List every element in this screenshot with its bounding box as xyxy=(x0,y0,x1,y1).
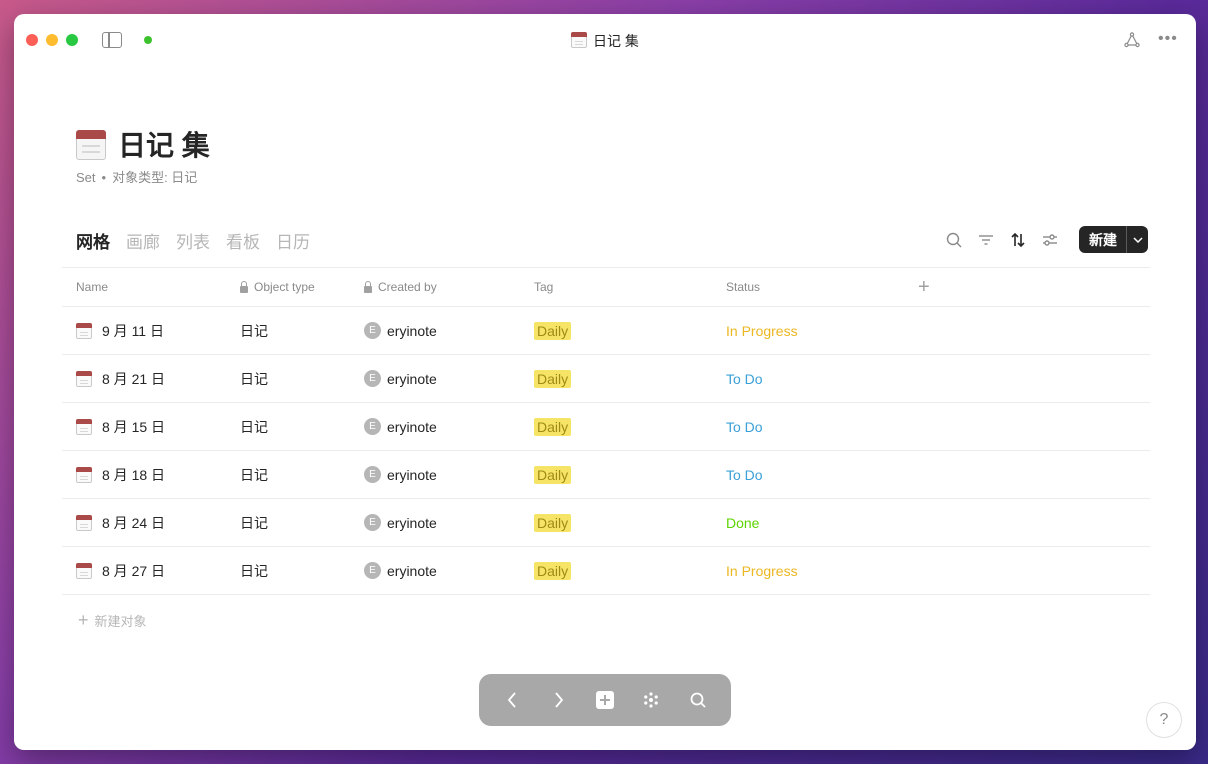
new-object-row-button[interactable]: + 新建对象 xyxy=(78,610,147,631)
calendar-icon xyxy=(571,32,588,48)
view-toolbar: 新建 xyxy=(945,226,1148,253)
avatar: E xyxy=(364,370,381,387)
avatar: E xyxy=(364,418,381,435)
window-title: 日记 集 xyxy=(14,31,1196,51)
status-badge[interactable]: To Do xyxy=(726,355,763,402)
chevron-down-icon[interactable] xyxy=(1126,226,1148,253)
row-created-by[interactable]: eryinote xyxy=(387,419,437,435)
row-created-by[interactable]: eryinote xyxy=(387,515,437,531)
search-icon[interactable] xyxy=(686,688,710,712)
tab-kanban[interactable]: 看板 xyxy=(226,228,260,253)
tag-badge[interactable]: Daily xyxy=(534,321,572,340)
calendar-icon xyxy=(76,514,92,531)
calendar-icon xyxy=(76,130,106,160)
row-object-type[interactable]: 日记 xyxy=(240,403,268,450)
plus-icon: + xyxy=(78,610,89,630)
avatar: E xyxy=(364,562,381,579)
row-created-by[interactable]: eryinote xyxy=(387,467,437,483)
new-object-button-label[interactable]: 新建 xyxy=(1079,230,1126,250)
subtitle-kind: Set xyxy=(76,170,96,185)
more-options-icon[interactable]: ••• xyxy=(1158,30,1178,48)
page-subtitle: Set • 对象类型: 日记 xyxy=(76,167,197,186)
row-name[interactable]: 8 月 15 日 xyxy=(102,417,165,437)
table-header: Name Object type Created by Tag Status + xyxy=(62,267,1150,307)
column-header-created-by[interactable]: Created by xyxy=(364,268,437,306)
graph-icon[interactable] xyxy=(1124,32,1140,48)
column-header-object-type-label: Object type xyxy=(254,280,315,294)
table-row[interactable]: 9 月 11 日 日记 Eeryinote Daily In Progress xyxy=(62,307,1150,355)
column-header-status[interactable]: Status xyxy=(726,268,760,306)
row-name[interactable]: 8 月 21 日 xyxy=(102,369,165,389)
status-badge[interactable]: In Progress xyxy=(726,307,798,354)
avatar: E xyxy=(364,466,381,483)
status-badge[interactable]: To Do xyxy=(726,451,763,498)
add-object-icon[interactable] xyxy=(593,688,617,712)
back-arrow-icon[interactable] xyxy=(500,688,524,712)
lock-icon xyxy=(364,280,372,293)
new-object-button[interactable]: 新建 xyxy=(1079,226,1148,253)
column-header-name[interactable]: Name xyxy=(76,268,108,306)
row-object-type[interactable]: 日记 xyxy=(240,547,268,594)
column-header-tag[interactable]: Tag xyxy=(534,268,553,306)
objects-table: Name Object type Created by Tag Status +… xyxy=(62,267,1150,595)
column-header-object-type[interactable]: Object type xyxy=(240,268,315,306)
row-created-by[interactable]: eryinote xyxy=(387,371,437,387)
help-button[interactable]: ? xyxy=(1146,702,1182,738)
tag-badge[interactable]: Daily xyxy=(534,465,572,484)
row-name[interactable]: 8 月 18 日 xyxy=(102,465,165,485)
avatar: E xyxy=(364,322,381,339)
titlebar: 日记 集 ••• xyxy=(14,14,1196,66)
calendar-icon xyxy=(76,466,92,483)
status-badge[interactable]: Done xyxy=(726,499,759,546)
search-icon[interactable] xyxy=(945,231,963,249)
tag-badge[interactable]: Daily xyxy=(534,513,572,532)
sort-icon[interactable] xyxy=(1009,231,1027,249)
table-row[interactable]: 8 月 21 日 日记 Eeryinote Daily To Do xyxy=(62,355,1150,403)
row-object-type[interactable]: 日记 xyxy=(240,499,268,546)
status-badge[interactable]: To Do xyxy=(726,403,763,450)
table-row[interactable]: 8 月 15 日 日记 Eeryinote Daily To Do xyxy=(62,403,1150,451)
new-object-label[interactable]: 新建对象 xyxy=(95,611,147,630)
subtitle-separator: • xyxy=(101,170,107,185)
table-row[interactable]: 8 月 18 日 日记 Eeryinote Daily To Do xyxy=(62,451,1150,499)
app-window: 日记 集 ••• 日记 集 Set • 对象类型: 日记 网格 画廊 列表 看板 日… xyxy=(14,14,1196,750)
row-created-by[interactable]: eryinote xyxy=(387,563,437,579)
row-object-type[interactable]: 日记 xyxy=(240,307,268,354)
window-title-text: 日记 集 xyxy=(593,33,639,49)
table-row[interactable]: 8 月 24 日 日记 Eeryinote Daily Done xyxy=(62,499,1150,547)
column-header-created-by-label: Created by xyxy=(378,280,437,294)
calendar-icon xyxy=(76,322,92,339)
tab-calendar[interactable]: 日历 xyxy=(276,228,310,253)
row-name[interactable]: 8 月 24 日 xyxy=(102,513,165,533)
calendar-icon xyxy=(76,562,92,579)
lock-icon xyxy=(240,280,248,293)
bottom-navigation xyxy=(479,674,731,726)
tag-badge[interactable]: Daily xyxy=(534,417,572,436)
row-name[interactable]: 9 月 11 日 xyxy=(102,321,164,341)
calendar-icon xyxy=(76,370,92,387)
avatar: E xyxy=(364,514,381,531)
calendar-icon xyxy=(76,418,92,435)
tab-list[interactable]: 列表 xyxy=(176,228,210,253)
row-created-by[interactable]: eryinote xyxy=(387,323,437,339)
tag-badge[interactable]: Daily xyxy=(534,369,572,388)
status-badge[interactable]: In Progress xyxy=(726,547,798,594)
forward-arrow-icon[interactable] xyxy=(547,688,571,712)
page-header: 日记 集 xyxy=(76,124,210,164)
add-column-icon[interactable]: + xyxy=(918,268,930,306)
tag-badge[interactable]: Daily xyxy=(534,561,572,580)
graph-view-icon[interactable] xyxy=(639,688,663,712)
table-row[interactable]: 8 月 27 日 日记 Eeryinote Daily In Progress xyxy=(62,547,1150,595)
filter-icon[interactable] xyxy=(977,231,995,249)
tab-grid[interactable]: 网格 xyxy=(76,228,110,253)
row-object-type[interactable]: 日记 xyxy=(240,451,268,498)
tab-gallery[interactable]: 画廊 xyxy=(126,228,160,253)
view-settings-icon[interactable] xyxy=(1041,231,1059,249)
subtitle-type[interactable]: 对象类型: 日记 xyxy=(112,170,197,185)
row-object-type[interactable]: 日记 xyxy=(240,355,268,402)
view-tabs: 网格 画廊 列表 看板 日历 xyxy=(76,228,310,253)
page-title[interactable]: 日记 集 xyxy=(118,130,210,161)
row-name[interactable]: 8 月 27 日 xyxy=(102,561,165,581)
